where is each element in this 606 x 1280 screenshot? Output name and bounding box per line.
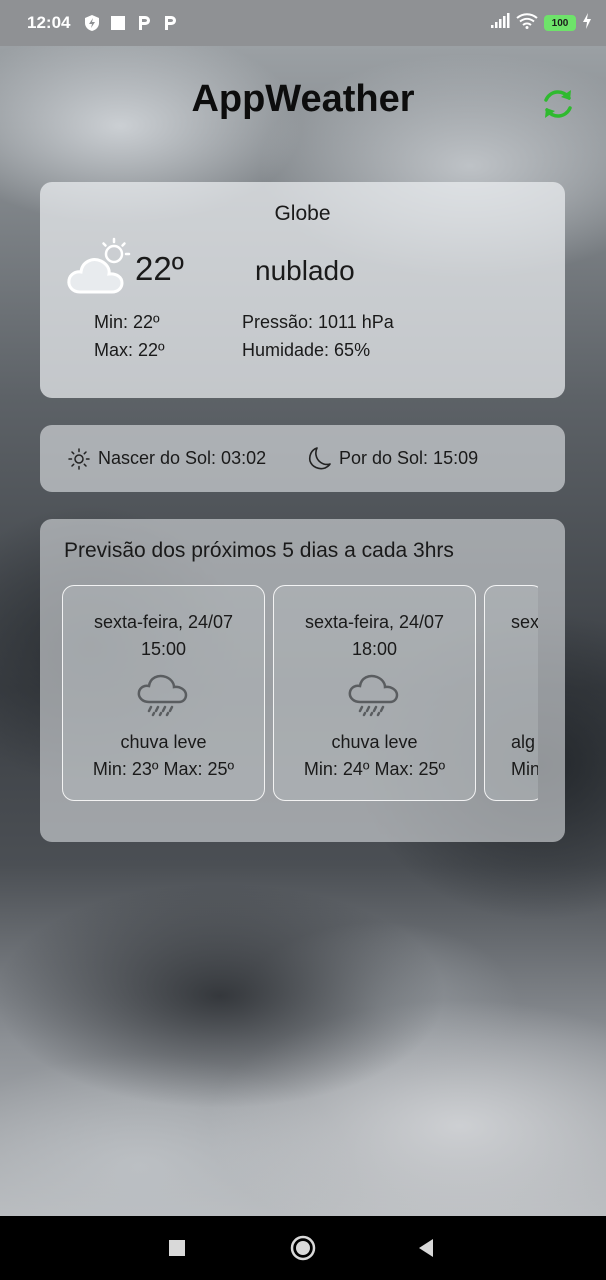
city-name: Globe xyxy=(274,202,331,225)
weather-description: nublado xyxy=(255,255,355,286)
forecast-carousel[interactable]: sexta-feira, 24/07 15:00 chuva leve Min:… xyxy=(62,585,538,803)
forecast-hour: 15:00 xyxy=(140,639,187,659)
forecast-minmax: Min: 23º Max: 25º xyxy=(92,759,235,779)
current-temperature: 22º xyxy=(135,250,184,287)
forecast-title: Previsão dos próximos 5 dias a cada 3hrs xyxy=(64,539,454,562)
sun-icon xyxy=(68,447,90,470)
back-button[interactable] xyxy=(406,1228,446,1268)
min-temperature: Min: 22º xyxy=(94,312,160,332)
pressure: Pressão: 1011 hPa xyxy=(242,312,394,332)
home-icon xyxy=(290,1235,316,1261)
charging-icon xyxy=(582,12,592,34)
forecast-date: sexta-feira, 24/07 xyxy=(93,612,234,632)
app-title: AppWeather xyxy=(191,78,415,120)
forecast-description: alg xyxy=(511,732,536,752)
forecast-description: chuva leve xyxy=(331,732,418,752)
status-bar: 12:04 100 xyxy=(0,0,606,46)
signal-icon xyxy=(490,12,510,34)
p-icon xyxy=(134,13,154,33)
forecast-hour: 18:00 xyxy=(351,639,398,659)
moon-icon xyxy=(307,446,331,472)
refresh-icon xyxy=(544,90,572,118)
refresh-button[interactable] xyxy=(536,82,580,126)
p-icon xyxy=(160,13,180,33)
forecast-date: sex xyxy=(511,612,538,632)
sun-times-card: Nascer do Sol: 03:02 Por do Sol: 15:09 xyxy=(40,425,565,492)
wifi-icon xyxy=(516,12,538,34)
partly-cloudy-icon xyxy=(66,236,136,301)
forecast-minmax: Min xyxy=(511,759,538,779)
rain-cloud-icon xyxy=(63,668,264,718)
humidity: Humidade: 65% xyxy=(242,340,371,360)
battery-icon: 100 xyxy=(544,15,576,31)
sunrise-label: Nascer do Sol: 03:02 xyxy=(98,448,267,468)
forecast-card: Previsão dos próximos 5 dias a cada 3hrs… xyxy=(40,519,565,842)
forecast-item[interactable]: sexta-feira, 24/07 15:00 chuva leve Min:… xyxy=(62,585,265,801)
forecast-date: sexta-feira, 24/07 xyxy=(304,612,445,632)
square-icon xyxy=(108,13,128,33)
recent-apps-button[interactable] xyxy=(157,1228,197,1268)
forecast-item[interactable]: sexta-feira, 24/07 18:00 chuva leve Min:… xyxy=(273,585,476,801)
rain-cloud-icon xyxy=(274,668,475,718)
home-button[interactable] xyxy=(283,1228,323,1268)
current-weather-card: Globe 22º nublado Min: 22º Max: 22º Pres… xyxy=(40,182,565,398)
navigation-bar xyxy=(0,1216,606,1280)
max-temperature: Max: 22º xyxy=(94,340,165,360)
sunrise: Nascer do Sol: 03:02 xyxy=(68,425,266,492)
sunset-label: Por do Sol: 15:09 xyxy=(339,448,479,468)
forecast-description: chuva leve xyxy=(120,732,207,752)
status-time: 12:04 xyxy=(27,13,71,32)
sunset: Por do Sol: 15:09 xyxy=(307,425,478,492)
forecast-item[interactable]: sex alg Min xyxy=(484,585,538,801)
shield-bolt-icon xyxy=(82,13,102,33)
back-icon xyxy=(419,1239,433,1257)
recent-apps-icon xyxy=(169,1240,185,1256)
forecast-minmax: Min: 24º Max: 25º xyxy=(303,759,446,779)
